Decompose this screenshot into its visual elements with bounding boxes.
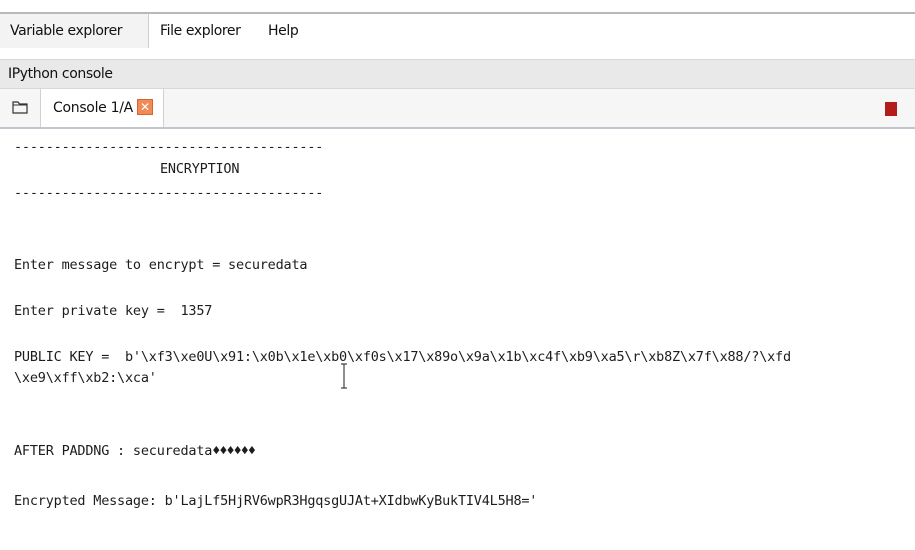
text-cursor-icon	[339, 363, 349, 389]
padding-line: AFTER PADDNG : securedata♦♦♦♦♦♦	[14, 443, 256, 459]
message-prompt-line: Enter message to encrypt = securedata	[14, 257, 308, 273]
encrypted-message-line: Encrypted Message: b'LajLf5HjRV6wpR3Hgqs…	[14, 493, 538, 509]
public-key-line: PUBLIC KEY = b'\xf3\xe0U\x91:\x0b\x1e\xb…	[14, 349, 791, 365]
key-prompt-line: Enter private key = 1357	[14, 303, 213, 319]
toolbar-overflow	[906, 111, 912, 117]
close-icon[interactable]: ✕	[137, 99, 153, 115]
tab-help[interactable]: Help	[256, 14, 310, 48]
dock-tab-bar: Variable explorer File explorer Help	[0, 0, 915, 50]
tab-variable-explorer[interactable]: Variable explorer	[0, 14, 149, 48]
console-tab-label: Console 1/A	[53, 100, 133, 116]
folder-icon[interactable]	[12, 99, 28, 114]
pane-title: IPython console	[0, 59, 915, 89]
padding-characters: ♦♦♦♦♦♦	[212, 443, 256, 459]
separator-line: ---------------------------------------	[14, 139, 324, 155]
public-key-line-continued: \xe9\xff\xb2:\xca'	[14, 370, 157, 386]
console-tab-bar: Console 1/A ✕	[0, 89, 915, 129]
tab-file-explorer[interactable]: File explorer	[148, 14, 253, 48]
tab-console[interactable]: Console 1/A ✕	[40, 89, 164, 127]
separator-line: ---------------------------------------	[14, 185, 324, 201]
console-heading: ENCRYPTION	[160, 161, 240, 177]
padding-label: AFTER PADDNG : securedata	[14, 443, 213, 459]
stop-icon[interactable]	[885, 102, 897, 116]
console-output[interactable]: --------------------------------------- …	[0, 129, 915, 550]
